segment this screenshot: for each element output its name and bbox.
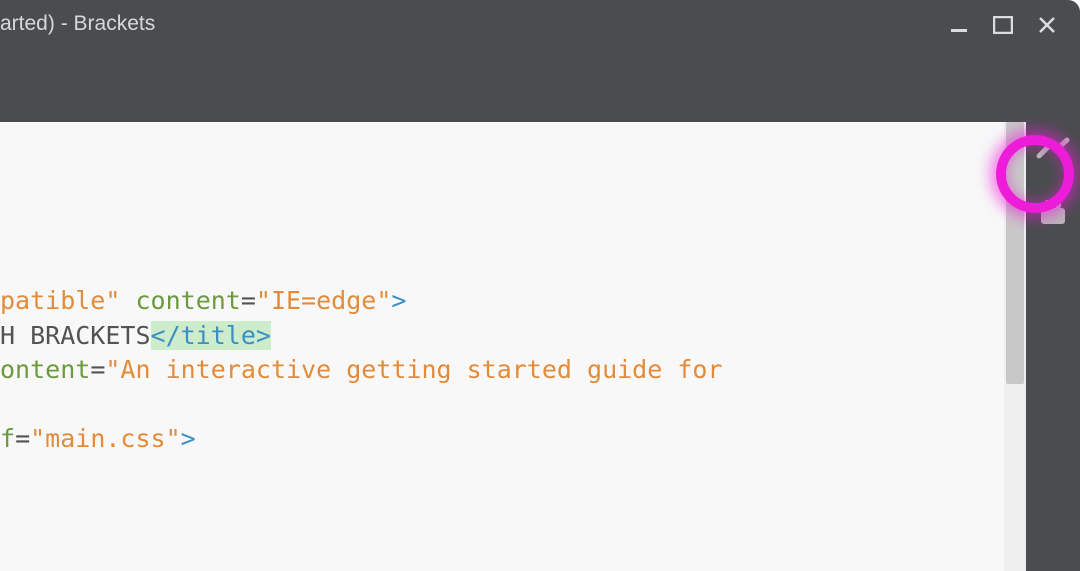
vertical-scrollbar[interactable] bbox=[1004, 122, 1026, 571]
code-token: "IE=edge" bbox=[256, 286, 391, 315]
code-token: ontent bbox=[0, 355, 90, 384]
code-token: > bbox=[181, 424, 196, 453]
window-controls bbox=[948, 0, 1080, 36]
minimize-button[interactable] bbox=[948, 14, 970, 36]
code-token: content bbox=[135, 286, 240, 315]
code-token: > bbox=[391, 286, 406, 315]
live-preview-icon[interactable] bbox=[1036, 134, 1070, 168]
maximize-button[interactable] bbox=[992, 14, 1014, 36]
code-token: = bbox=[90, 355, 105, 384]
code-content: patible" content="IE=edge"> H BRACKETS</… bbox=[0, 284, 722, 457]
code-token: "main.css" bbox=[30, 424, 181, 453]
code-token: H BRACKETS bbox=[0, 321, 151, 350]
extension-manager-icon[interactable] bbox=[1037, 196, 1069, 228]
code-token: f bbox=[0, 424, 15, 453]
titlebar: arted) - Brackets bbox=[0, 0, 1080, 122]
window-title: arted) - Brackets bbox=[0, 12, 155, 36]
close-button[interactable] bbox=[1036, 14, 1058, 36]
code-token: "An interactive getting started guide fo… bbox=[105, 355, 722, 384]
scrollbar-thumb[interactable] bbox=[1006, 122, 1024, 384]
app-window: arted) - Brackets patible" content="IE=e… bbox=[0, 0, 1080, 571]
code-token: patible" bbox=[0, 286, 120, 315]
right-toolbar bbox=[1026, 122, 1080, 571]
main-area: patible" content="IE=edge"> H BRACKETS</… bbox=[0, 122, 1080, 571]
code-editor[interactable]: patible" content="IE=edge"> H BRACKETS</… bbox=[0, 122, 1004, 571]
closing-tag-highlight: </title> bbox=[151, 321, 271, 350]
code-token: = bbox=[15, 424, 30, 453]
code-token: = bbox=[241, 286, 256, 315]
